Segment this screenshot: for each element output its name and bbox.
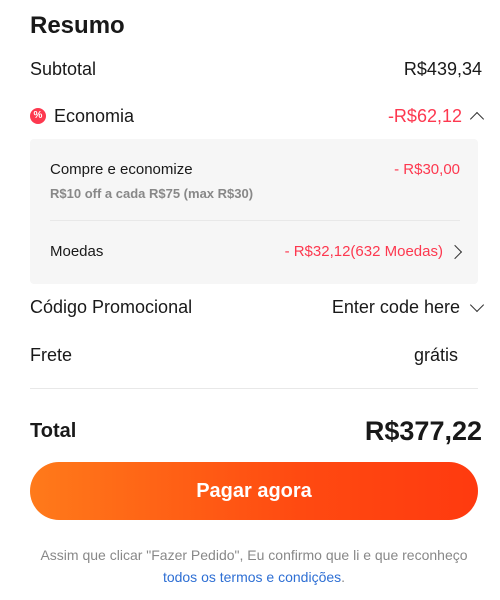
total-label: Total <box>30 419 77 442</box>
percent-badge-icon: % <box>30 108 46 124</box>
promo-code-input[interactable]: Enter code here <box>332 297 460 318</box>
terms-end: . <box>341 569 346 585</box>
shipping-row: Frete grátis <box>30 342 482 368</box>
economia-right: -R$62,12 <box>387 105 485 127</box>
discount-item-description: R$10 off a cada R$75 (max R$30) <box>50 186 254 201</box>
summary-title: Resumo <box>30 12 125 39</box>
chevron-right-icon[interactable] <box>447 244 463 259</box>
promo-code-label: Código Promocional <box>30 296 193 317</box>
economia-row[interactable]: % Economia -R$62,12 <box>30 103 485 129</box>
chevron-down-icon[interactable] <box>469 297 485 312</box>
economia-left: % Economia <box>30 106 134 127</box>
promo-code-row[interactable]: Código Promocional Enter code here <box>30 294 485 320</box>
coins-item-value: - R$32,12(632 Moedas) <box>284 243 443 260</box>
chevron-up-icon[interactable] <box>469 111 485 126</box>
pay-now-button[interactable]: Pagar agora <box>30 462 478 520</box>
terms-notice: Assim que clicar "Fazer Pedido", Eu conf… <box>30 544 478 588</box>
total-row: Total R$377,22 <box>30 414 482 448</box>
panel-divider <box>50 220 460 221</box>
total-value: R$377,22 <box>364 415 482 446</box>
coins-item-right: - R$32,12(632 Moedas) <box>284 243 463 260</box>
coins-item[interactable]: Moedas - R$32,12(632 Moedas) <box>50 243 463 260</box>
subtotal-value: R$439,34 <box>403 58 482 79</box>
terms-link[interactable]: todos os termos e condições <box>163 569 341 585</box>
subtotal-row: Subtotal R$439,34 <box>30 56 482 82</box>
subtotal-label: Subtotal <box>30 58 97 79</box>
shipping-label: Frete <box>30 344 73 365</box>
economia-value: -R$62,12 <box>387 105 462 126</box>
shipping-value: grátis <box>413 344 458 365</box>
economia-details-panel: Compre e economize - R$30,00 R$10 off a … <box>30 139 478 284</box>
economia-label: Economia <box>54 105 135 126</box>
terms-text: Assim que clicar "Fazer Pedido", Eu conf… <box>40 547 468 563</box>
coins-item-label: Moedas <box>50 243 104 260</box>
summary-divider <box>30 388 478 389</box>
discount-item-value: - R$30,00 <box>394 161 460 178</box>
discount-item-label: Compre e economize <box>50 161 193 178</box>
discount-item: Compre e economize - R$30,00 <box>50 161 460 178</box>
promo-code-right: Enter code here <box>332 297 485 318</box>
